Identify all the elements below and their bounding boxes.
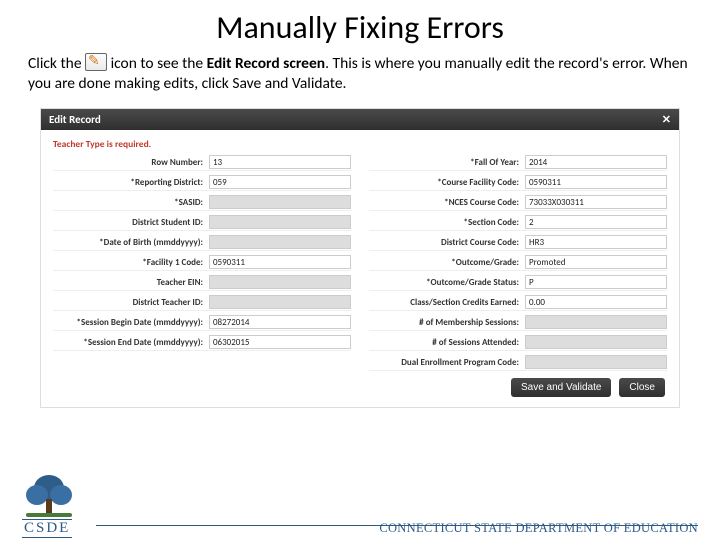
field-value[interactable] [209,235,351,249]
field-label: # of Sessions Attended: [369,337,519,348]
field-value[interactable] [209,215,351,229]
field-label: District Course Code: [369,237,519,248]
footer-org: CONNECTICUT STATE DEPARTMENT OF EDUCATIO… [379,521,698,536]
field-label: District Student ID: [53,217,203,228]
form-row: Row Number: 13 [53,154,351,171]
field-label: # of Membership Sessions: [369,317,519,328]
field-label: *Session Begin Date (mmddyyyy): [53,317,203,328]
field-label: *Fall Of Year: [369,157,519,168]
form-row: *Fall Of Year: 2014 [369,154,667,171]
intro-bold: Edit Record screen [207,54,325,73]
edit-record-dialog: Edit Record ✕ Teacher Type is required. … [40,108,680,408]
form-row: *Session End Date (mmddyyyy): 06302015 [53,334,351,351]
form-row: *Reporting District: 059 [53,174,351,191]
logo-text: CSDE [22,519,72,538]
page-title: Manually Fixing Errors [0,8,720,47]
field-value[interactable]: 0590311 [525,175,667,189]
field-value[interactable]: 0590311 [209,255,351,269]
form-row: District Student ID: [53,214,351,231]
field-label: *Outcome/Grade: [369,257,519,268]
close-icon[interactable]: ✕ [662,113,671,126]
field-value[interactable]: 059 [209,175,351,189]
form-grid: Row Number: 13 *Reporting District: 059 *SAS… [41,154,679,371]
field-label: Row Number: [53,157,203,168]
field-label: *Section Code: [369,217,519,228]
form-row: *Section Code: 2 [369,214,667,231]
field-value[interactable]: P [525,275,667,289]
field-value[interactable] [209,295,351,309]
field-label: *Outcome/Grade Status: [369,277,519,288]
form-row: Teacher EIN: [53,274,351,291]
field-value[interactable]: 2 [525,215,667,229]
field-value[interactable]: 73033X030311 [525,195,667,209]
form-row: *Outcome/Grade: Promoted [369,254,667,271]
form-row: # of Membership Sessions: [369,314,667,331]
form-row: # of Sessions Attended: [369,334,667,351]
field-value[interactable]: Promoted [525,255,667,269]
tree-icon [22,473,76,517]
field-value[interactable]: 13 [209,155,351,169]
form-right-column: *Fall Of Year: 2014 *Course Facility Code:… [369,154,667,371]
dialog-title: Edit Record [49,113,101,126]
csde-logo: CSDE [22,473,76,538]
field-value[interactable] [209,275,351,289]
validation-message: Teacher Type is required. [41,130,679,154]
field-value[interactable] [525,335,667,349]
field-label: District Teacher ID: [53,297,203,308]
save-and-validate-button[interactable]: Save and Validate [511,378,611,397]
field-value[interactable] [525,315,667,329]
form-row: *Session Begin Date (mmddyyyy): 08272014 [53,314,351,331]
intro-post-icon: icon to see the [111,54,207,73]
field-label: *Session End Date (mmddyyyy): [53,337,203,348]
field-value[interactable]: 2014 [525,155,667,169]
form-row: *Course Facility Code: 0590311 [369,174,667,191]
dialog-titlebar: Edit Record ✕ [41,109,679,130]
form-row: *Facility 1 Code: 0590311 [53,254,351,271]
form-row: *Date of Birth (mmddyyyy): [53,234,351,251]
field-value[interactable]: 06302015 [209,335,351,349]
edit-pencil-icon [85,53,107,71]
close-button[interactable]: Close [619,378,665,397]
intro-pre: Click the [28,54,85,73]
field-label: *Facility 1 Code: [53,257,203,268]
footer: CSDE CONNECTICUT STATE DEPARTMENT OF EDU… [0,473,720,538]
field-value[interactable]: 0.00 [525,295,667,309]
form-left-column: Row Number: 13 *Reporting District: 059 *SAS… [53,154,351,371]
field-label: Class/Section Credits Earned: [369,297,519,308]
field-label: *SASID: [53,197,203,208]
field-label: Teacher EIN: [53,277,203,288]
field-label: Dual Enrollment Program Code: [369,357,519,368]
field-label: *Course Facility Code: [369,177,519,188]
field-value[interactable] [525,355,667,369]
field-value[interactable] [209,195,351,209]
field-label: *NCES Course Code: [369,197,519,208]
form-row: *Outcome/Grade Status: P [369,274,667,291]
intro-paragraph: Click the icon to see the Edit Record sc… [0,53,720,94]
form-row: Class/Section Credits Earned: 0.00 [369,294,667,311]
field-value[interactable]: HR3 [525,235,667,249]
form-row: *NCES Course Code: 73033X030311 [369,194,667,211]
form-row: Dual Enrollment Program Code: [369,354,667,371]
field-label: *Date of Birth (mmddyyyy): [53,237,203,248]
form-row: District Course Code: HR3 [369,234,667,251]
form-row: *SASID: [53,194,351,211]
field-value[interactable]: 08272014 [209,315,351,329]
field-label: *Reporting District: [53,177,203,188]
dialog-buttons: Save and Validate Close [511,378,665,397]
form-row: District Teacher ID: [53,294,351,311]
